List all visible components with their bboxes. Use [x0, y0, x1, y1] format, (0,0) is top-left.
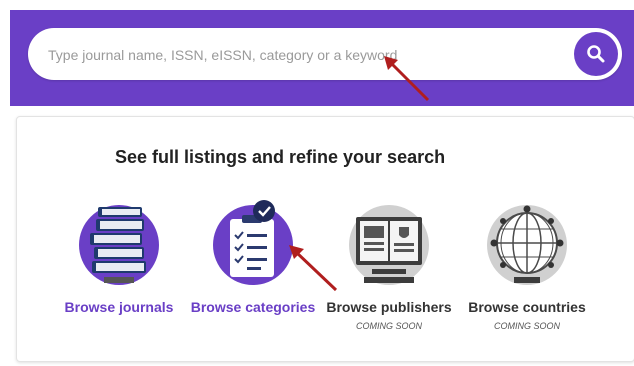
search-button[interactable] [574, 32, 618, 76]
browse-publishers-label: Browse publishers [326, 299, 452, 315]
browse-countries-item: Browse countries COMING SOON [457, 197, 597, 331]
categories-icon [213, 200, 293, 285]
coming-soon-badge: COMING SOON [355, 321, 422, 331]
browse-categories-item[interactable]: Browse categories [183, 197, 323, 315]
journals-icon [79, 205, 159, 285]
publishers-icon [349, 205, 429, 285]
search-icon [587, 45, 605, 63]
browse-journals-link[interactable]: Browse journals [49, 299, 189, 315]
search-bar [28, 28, 622, 82]
countries-icon [487, 205, 567, 285]
browse-countries-label: Browse countries [468, 299, 586, 315]
browse-journals-item[interactable]: Browse journals [49, 197, 189, 315]
browse-section-title: See full listings and refine your search [115, 147, 446, 167]
coming-soon-badge: COMING SOON [493, 321, 560, 331]
browse-publishers-item: Browse publishers COMING SOON [319, 197, 459, 331]
browse-card: See full listings and refine your search… [16, 116, 634, 362]
browse-categories-link[interactable]: Browse categories [183, 299, 323, 315]
search-input[interactable] [46, 28, 570, 82]
